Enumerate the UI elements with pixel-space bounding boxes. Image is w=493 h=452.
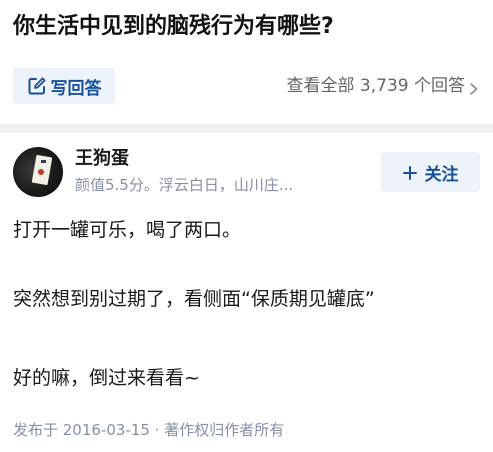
author-headline: 颜值5.5分。浮云白日，山川庄... [75,176,294,194]
view-all-answers-link[interactable]: 查看全部 3,739 个回答 [287,74,480,98]
follow-button[interactable]: 关注 [381,152,480,192]
answer-paragraph: 打开一罐可乐，喝了两口。 [13,219,242,241]
avatar[interactable] [13,147,63,197]
view-all-label: 查看全部 3,739 个回答 [286,76,465,96]
author-name[interactable]: 王狗蛋 [75,147,129,171]
write-answer-button[interactable]: 写回答 [13,68,115,104]
answer-paragraph: 好的嘛，倒过来看看~ [13,367,200,389]
section-divider [0,124,493,133]
avatar-card-mark-2 [41,160,46,163]
publish-info: 发布于 2016-03-15 · 著作权归作者所有 [13,421,285,439]
follow-label: 关注 [424,164,459,185]
chevron-right-icon [468,79,480,95]
write-answer-label: 写回答 [50,78,102,99]
question-title[interactable]: 你生活中见到的脑残行为有哪些? [13,12,483,42]
answer-paragraph: 突然想到别过期了，看侧面“保质期见罐底” [13,288,375,310]
plus-icon [402,165,417,180]
pencil-square-icon [27,76,47,96]
